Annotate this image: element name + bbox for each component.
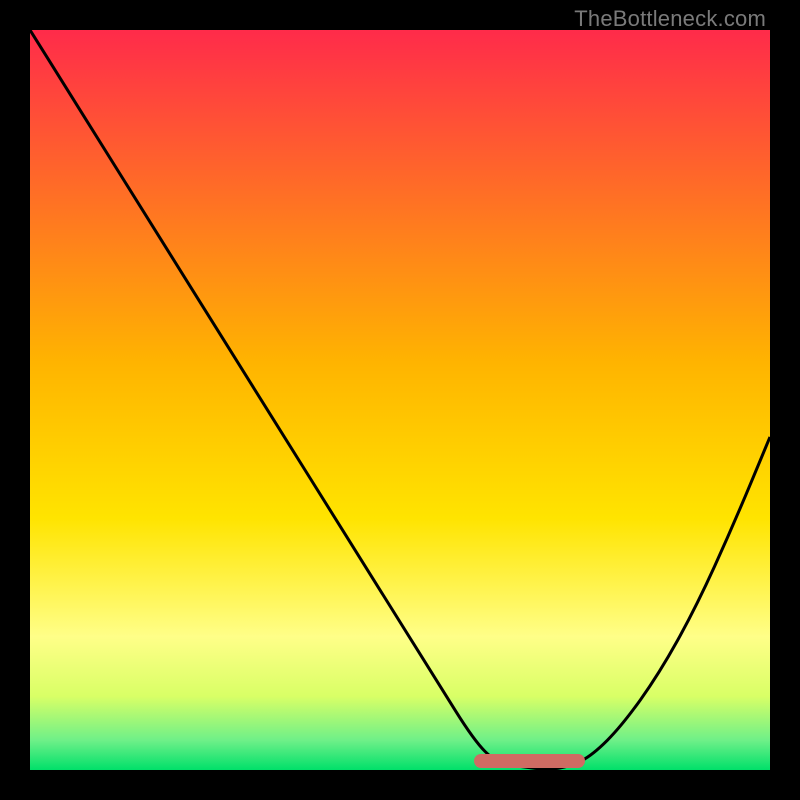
bottleneck-curve <box>30 30 770 769</box>
optimal-range-marker <box>474 754 585 768</box>
watermark-text: TheBottleneck.com <box>574 6 766 32</box>
curve-layer <box>30 30 770 770</box>
chart-frame: TheBottleneck.com <box>0 0 800 800</box>
plot-area <box>30 30 770 770</box>
